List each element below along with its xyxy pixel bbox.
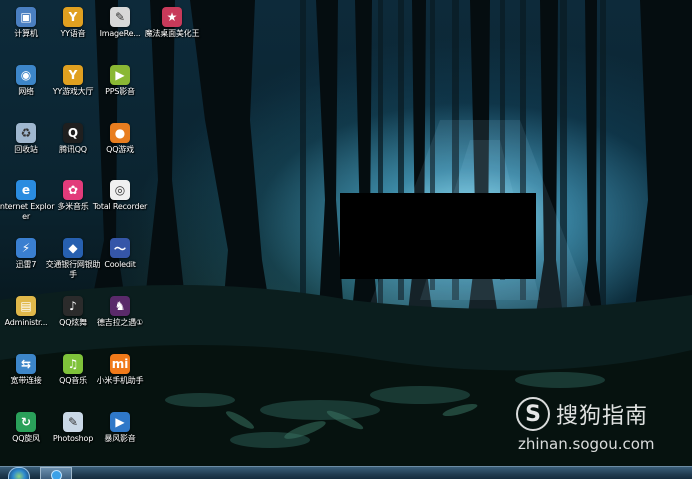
shortcut-label: 暴风影音 (104, 434, 136, 443)
taskbar (0, 466, 692, 479)
yy-game-icon: Y (63, 65, 83, 85)
game-icon: ♞ (110, 296, 130, 316)
shortcut-label: 德吉拉之遇① (97, 318, 143, 327)
shortcut-label: Cooledit (104, 260, 136, 269)
recorder-icon: ◎ (110, 180, 130, 200)
xunlei-icon: ⚡ (16, 238, 36, 258)
magic-desktop-icon: ★ (162, 7, 182, 27)
recycle-bin-icon: ♻ (16, 123, 36, 143)
image-app-icon: ✎ (110, 7, 130, 27)
yy-voice-icon: Y (63, 7, 83, 27)
folder-icon: ▤ (16, 296, 36, 316)
qq-music-icon: ♫ (63, 354, 83, 374)
shortcut-label: Total Recorder (92, 202, 148, 211)
baofeng-icon: ▶ (110, 412, 130, 432)
network-icon: ◉ (16, 65, 36, 85)
qq-whirlwind-icon: ↻ (16, 412, 36, 432)
desktop-shortcut[interactable]: mi 小米手机助手 (91, 354, 149, 386)
redacted-area (340, 193, 536, 279)
desktop-shortcut[interactable]: ♞ 德吉拉之遇① (91, 296, 149, 328)
desktop-shortcut[interactable]: ◎ Total Recorder (91, 180, 149, 212)
sogou-logo-icon: S (516, 397, 550, 431)
shortcut-label: ImageRe... (99, 29, 141, 38)
windows-start-icon[interactable] (8, 467, 30, 479)
photoshop-icon: ✎ (63, 412, 83, 432)
duomi-icon: ✿ (63, 180, 83, 200)
cooledit-icon: 〜 (110, 238, 130, 258)
qq-icon: Q (63, 123, 83, 143)
qq-game-icon: ● (110, 123, 130, 143)
pps-icon: ▶ (110, 65, 130, 85)
desktop-shortcut[interactable]: ★ 魔法桌面美化王 (143, 7, 201, 39)
bank-icon: ◆ (63, 238, 83, 258)
watermark-name: 搜狗指南 (556, 404, 649, 429)
desktop-shortcut[interactable]: ✎ ImageRe... (91, 7, 149, 39)
broadband-icon: ⇆ (16, 354, 36, 374)
computer-icon: ▣ (16, 7, 36, 27)
sogou-watermark: S 搜狗指南 zhinan.sogou.com (516, 395, 688, 457)
ie-icon: e (16, 180, 36, 200)
shortcut-label: PPS影音 (105, 87, 135, 96)
qq-dance-icon: ♪ (63, 296, 83, 316)
xiaomi-icon: mi (110, 354, 130, 374)
shortcut-label: 小米手机助手 (96, 376, 144, 385)
desktop-shortcut[interactable]: 〜 Cooledit (91, 238, 149, 270)
desktop-shortcut[interactable]: ▶ 暴风影音 (91, 412, 149, 444)
shortcut-label: QQ游戏 (106, 145, 134, 154)
ie-taskbar-icon[interactable] (40, 467, 72, 479)
watermark-url: zhinan.sogou.com (518, 435, 655, 453)
shortcut-label: 魔法桌面美化王 (144, 29, 200, 38)
ie-glyph-icon (50, 470, 62, 479)
desktop-shortcut[interactable]: ● QQ游戏 (91, 123, 149, 155)
desktop-shortcut[interactable]: ▶ PPS影音 (91, 65, 149, 97)
desktop: ▣ 计算机 Y YY语音 ✎ ImageRe... ★ 魔法桌面美化王 ◉ 网络 Y YY游戏大厅 ▶ P… (0, 0, 692, 479)
